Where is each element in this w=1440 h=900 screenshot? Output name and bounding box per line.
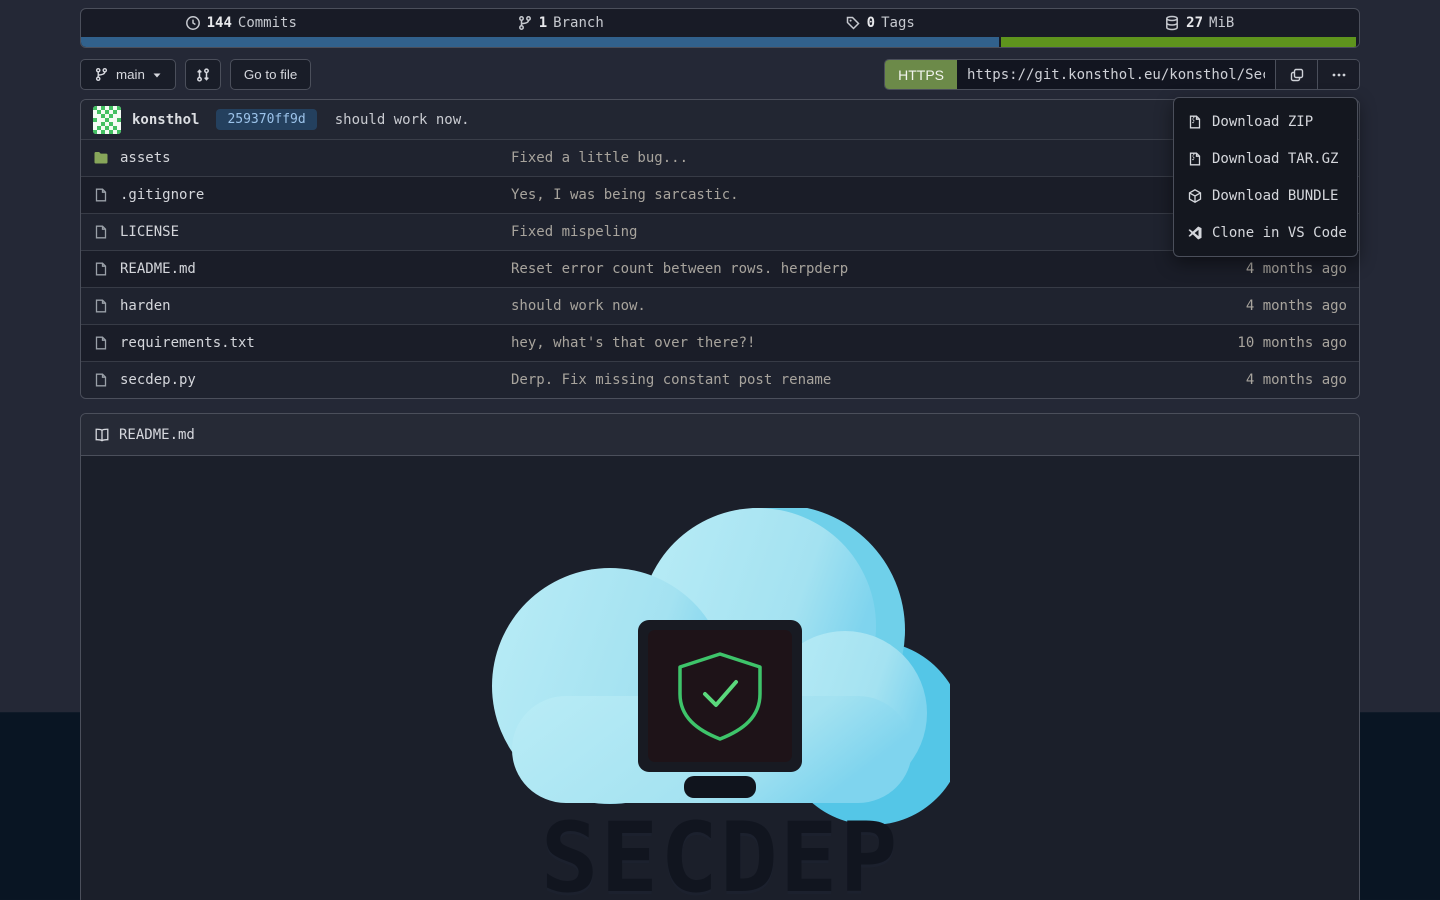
clone-url-group: HTTPS [884, 59, 1360, 90]
avatar[interactable] [93, 106, 121, 134]
file-icon [93, 187, 109, 203]
page-container: 144 Commits 1 Branch 0 Tags 27 MiB [80, 8, 1360, 900]
branch-label: Branch [553, 15, 604, 31]
database-icon [1164, 15, 1180, 31]
files-panel: konsthol 259370ff9d should work now. ass… [80, 99, 1360, 399]
latest-commit-row: konsthol 259370ff9d should work now. [81, 100, 1359, 139]
file-name-link[interactable]: LICENSE [120, 224, 179, 240]
tag-icon [845, 15, 861, 31]
vscode-icon [1187, 225, 1203, 241]
stat-size[interactable]: 27 MiB [1040, 15, 1360, 31]
table-row[interactable]: .gitignore Yes, I was being sarcastic. [81, 176, 1359, 213]
readme-title: README.md [119, 427, 195, 443]
file-commit-date: 4 months ago [1177, 372, 1347, 388]
readme-body: SECDEP SECDEP [81, 456, 1359, 900]
menu-item-download-bundle[interactable]: Download BUNDLE [1174, 177, 1357, 214]
copy-icon [1289, 67, 1305, 83]
table-row[interactable]: requirements.txt hey, what's that over t… [81, 324, 1359, 361]
go-to-file-label: Go to file [244, 67, 297, 82]
git-compare-icon [195, 67, 211, 83]
more-options-button[interactable] [1317, 60, 1359, 89]
file-commit-date: 10 months ago [1177, 335, 1347, 351]
readme-panel: README.md [80, 413, 1360, 900]
size-label: MiB [1209, 15, 1234, 31]
file-icon [93, 261, 109, 277]
commit-author[interactable]: konsthol [132, 112, 199, 128]
file-commit-date: 4 months ago [1177, 261, 1347, 277]
folder-icon [93, 150, 109, 166]
repo-stats-bar: 144 Commits 1 Branch 0 Tags 27 MiB [80, 8, 1360, 48]
go-to-file-button[interactable]: Go to file [230, 59, 311, 90]
table-row[interactable]: harden should work now. 4 months ago [81, 287, 1359, 324]
package-icon [1187, 188, 1203, 204]
table-row[interactable]: assets Fixed a little bug... [81, 139, 1359, 176]
book-icon [94, 427, 110, 443]
file-icon [93, 298, 109, 314]
readme-header[interactable]: README.md [81, 414, 1359, 456]
stat-branches[interactable]: 1 Branch [401, 15, 721, 31]
commit-message[interactable]: should work now. [335, 112, 470, 128]
file-commit-message[interactable]: Fixed mispeling [511, 224, 1177, 240]
history-icon [185, 15, 201, 31]
file-name-link[interactable]: .gitignore [120, 187, 204, 203]
file-commit-message[interactable]: should work now. [511, 298, 1177, 314]
menu-item-clone-vscode[interactable]: Clone in VS Code [1174, 214, 1357, 251]
zip-file-icon [1187, 151, 1203, 167]
zip-file-icon [1187, 114, 1203, 130]
menu-item-label: Download ZIP [1212, 114, 1313, 130]
secdep-logo-image: SECDEP SECDEP [490, 508, 950, 900]
clone-protocol-button[interactable]: HTTPS [885, 60, 957, 89]
file-commit-message[interactable]: Fixed a little bug... [511, 150, 1177, 166]
clone-url-input[interactable] [957, 60, 1275, 89]
menu-item-download-zip[interactable]: Download ZIP [1174, 103, 1357, 140]
compare-branches-button[interactable] [185, 59, 221, 90]
stat-commits[interactable]: 144 Commits [81, 15, 401, 31]
commits-label: Commits [238, 15, 297, 31]
file-icon [93, 224, 109, 240]
clone-protocol-label: HTTPS [898, 67, 944, 83]
current-branch-label: main [116, 67, 145, 82]
repo-toolbar: main Go to file HTTPS [80, 59, 1360, 90]
file-name-link[interactable]: secdep.py [120, 372, 196, 388]
file-commit-message[interactable]: Reset error count between rows. herpderp [511, 261, 1177, 277]
file-commit-message[interactable]: Yes, I was being sarcastic. [511, 187, 1177, 203]
menu-item-download-targz[interactable]: Download TAR.GZ [1174, 140, 1357, 177]
file-name-link[interactable]: harden [120, 298, 171, 314]
kebab-horizontal-icon [1331, 67, 1347, 83]
file-icon [93, 372, 109, 388]
file-commit-date: 4 months ago [1177, 298, 1347, 314]
git-branch-icon [94, 67, 109, 82]
table-row[interactable]: secdep.py Derp. Fix missing constant pos… [81, 361, 1359, 398]
menu-item-label: Clone in VS Code [1212, 225, 1347, 241]
language-bar[interactable] [81, 37, 1359, 47]
logo-wordmark: SECDEP [541, 802, 900, 900]
file-icon [93, 335, 109, 351]
commit-hash-badge[interactable]: 259370ff9d [216, 109, 316, 130]
table-row[interactable]: LICENSE Fixed mispeling [81, 213, 1359, 250]
tags-count: 0 [867, 15, 875, 31]
language-segment-blue [81, 37, 999, 47]
file-commit-message[interactable]: hey, what's that over there?! [511, 335, 1177, 351]
file-name-link[interactable]: README.md [120, 261, 196, 277]
clone-options-menu: Download ZIP Download TAR.GZ Download BU… [1173, 97, 1358, 257]
file-name-link[interactable]: assets [120, 150, 171, 166]
language-segment-green [1001, 37, 1356, 47]
file-name-link[interactable]: requirements.txt [120, 335, 255, 351]
menu-item-label: Download BUNDLE [1212, 188, 1338, 204]
branch-count: 1 [539, 15, 547, 31]
size-value: 27 [1186, 15, 1203, 31]
tags-label: Tags [881, 15, 915, 31]
menu-item-label: Download TAR.GZ [1212, 151, 1338, 167]
git-branch-icon [517, 15, 533, 31]
branch-selector-button[interactable]: main [80, 59, 176, 90]
chevron-down-icon [152, 70, 162, 80]
copy-url-button[interactable] [1275, 60, 1317, 89]
stat-tags[interactable]: 0 Tags [720, 15, 1040, 31]
file-commit-message[interactable]: Derp. Fix missing constant post rename [511, 372, 1177, 388]
table-row[interactable]: README.md Reset error count between rows… [81, 250, 1359, 287]
identicon-image [93, 106, 121, 134]
commits-count: 144 [207, 15, 232, 31]
